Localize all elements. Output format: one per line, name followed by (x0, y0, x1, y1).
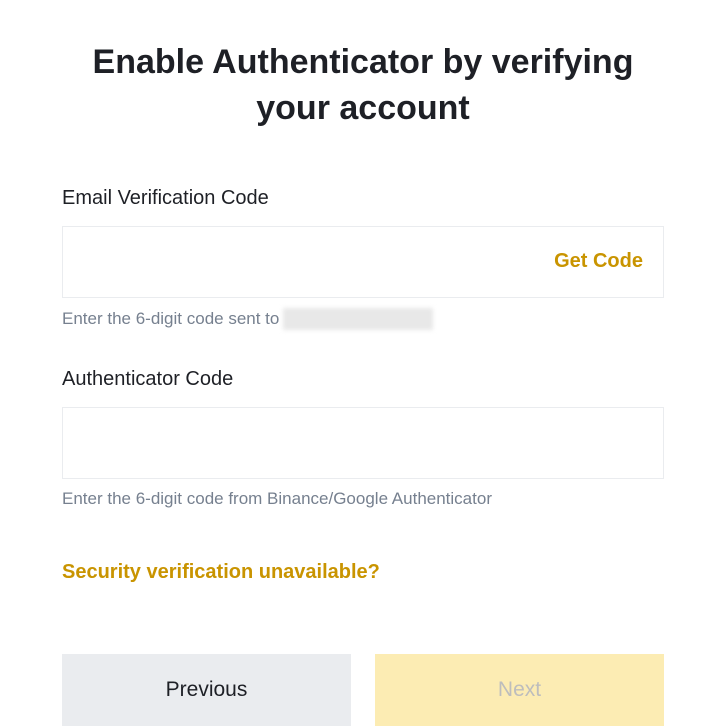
security-unavailable-link[interactable]: Security verification unavailable? (62, 561, 380, 584)
authenticator-code-input[interactable] (83, 408, 643, 478)
authenticator-input-wrapper (62, 407, 664, 479)
email-verification-group: Email Verification Code Get Code Enter t… (62, 187, 664, 330)
email-code-label: Email Verification Code (62, 187, 664, 210)
authenticator-code-label: Authenticator Code (62, 368, 664, 391)
authenticator-group: Authenticator Code Enter the 6-digit cod… (62, 368, 664, 509)
get-code-button[interactable]: Get Code (554, 250, 643, 273)
authenticator-helper-text: Enter the 6-digit code from Binance/Goog… (62, 489, 664, 509)
previous-button[interactable]: Previous (62, 654, 351, 726)
redacted-email (283, 308, 433, 330)
next-button[interactable]: Next (375, 654, 664, 726)
email-code-input-wrapper: Get Code (62, 226, 664, 298)
page-title: Enable Authenticator by verifying your a… (62, 40, 664, 132)
button-row: Previous Next (62, 654, 664, 726)
email-code-input[interactable] (83, 227, 554, 297)
email-helper-text: Enter the 6-digit code sent to (62, 308, 664, 330)
email-helper-prefix: Enter the 6-digit code sent to (62, 309, 279, 329)
